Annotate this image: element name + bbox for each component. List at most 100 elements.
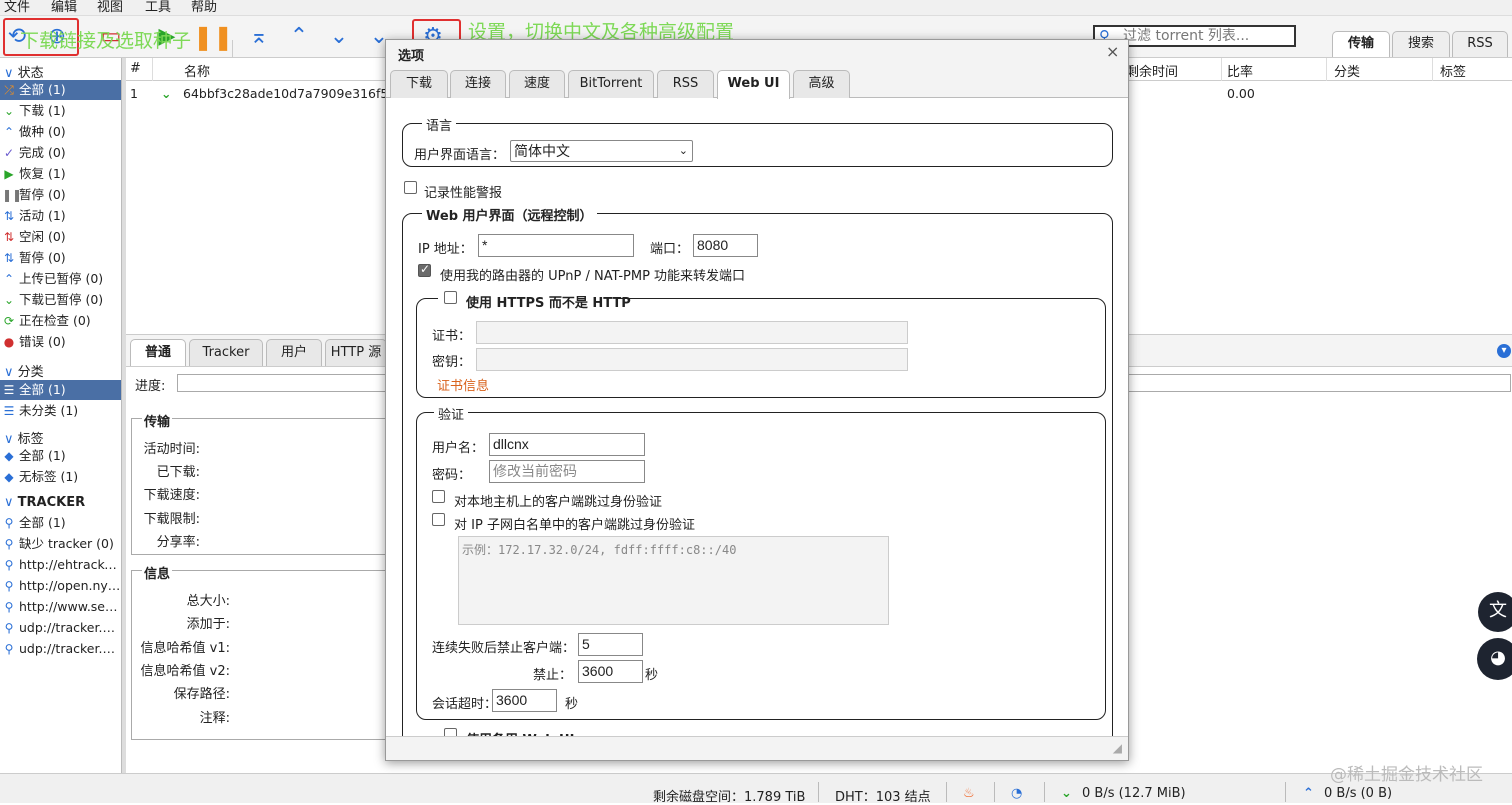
tab-rss[interactable]: RSS — [1452, 31, 1508, 57]
col-eta[interactable]: 剩余时间 — [1126, 61, 1178, 80]
progress-label: 进度: — [135, 379, 166, 394]
tab-transfers[interactable]: 传输 — [1332, 31, 1390, 57]
upnp-checkbox[interactable] — [418, 262, 431, 277]
speed-limit-icon[interactable]: ◔ — [1011, 786, 1022, 801]
bypass-local-checkbox[interactable] — [432, 490, 445, 503]
status-stalled[interactable]: ⇅ 暂停 (0) — [0, 248, 121, 268]
pause-icon[interactable]: ❚❚ — [193, 24, 233, 50]
tab-downloads[interactable]: 下载 — [390, 70, 448, 98]
status-download-paused[interactable]: ⌄ 下载已暂停 (0) — [0, 290, 121, 310]
tag-untagged[interactable]: ◆ 无标签 (1) — [0, 467, 121, 487]
ban-for-input[interactable]: 3600 — [578, 660, 643, 683]
tag-header[interactable]: ∨ 标签 — [4, 428, 44, 447]
menu-edit[interactable]: 编辑 — [51, 0, 77, 16]
tab-connection[interactable]: 连接 — [450, 70, 506, 98]
label-downloaded: 已下载: — [156, 465, 200, 480]
tab-webui[interactable]: Web UI — [717, 70, 790, 99]
password-label: 密码： — [432, 468, 472, 483]
status-header[interactable]: ∨ 状态 — [4, 62, 44, 81]
status-all[interactable]: ⤮ 全部 (1) — [0, 80, 121, 100]
col-ratio[interactable]: 比率 — [1227, 61, 1253, 80]
move-up-icon[interactable]: ⌃ — [286, 24, 312, 50]
bypass-whitelist-checkbox[interactable] — [432, 513, 445, 526]
ban-after-label: 连续失败后禁止客户端： — [432, 641, 576, 656]
tab-http-sources[interactable]: HTTP 源 — [325, 339, 387, 366]
connection-status-icon[interactable]: ♨ — [963, 786, 975, 801]
upload-speed-icon: ⌃ — [1303, 786, 1314, 801]
tab-advanced[interactable]: 高级 — [793, 70, 850, 98]
bypass-local-label: 对本地主机上的客户端跳过身份验证 — [454, 495, 663, 510]
https-checkbox[interactable] — [444, 291, 457, 304]
tab-speed[interactable]: 速度 — [509, 70, 565, 98]
col-category[interactable]: 分类 — [1334, 61, 1360, 80]
collapse-icon[interactable]: ▾ — [1497, 344, 1511, 358]
menu-tools[interactable]: 工具 — [145, 0, 171, 16]
port-input[interactable]: 8080 — [693, 234, 758, 257]
tab-bittorrent[interactable]: BitTorrent — [568, 70, 654, 98]
tab-trackers[interactable]: Tracker — [189, 339, 263, 366]
close-icon[interactable]: × — [1106, 42, 1119, 61]
log-perf-checkbox[interactable] — [404, 181, 417, 194]
status-resumed[interactable]: ▶ 恢复 (1) — [0, 164, 121, 184]
tab-search[interactable]: 搜索 — [1392, 31, 1450, 57]
tag-all[interactable]: ◆ 全部 (1) — [0, 446, 121, 466]
tracker-item[interactable]: ⚲ udp://tracker.op... — [0, 618, 121, 638]
ban-seconds-unit: 秒 — [645, 668, 659, 683]
ui-language-select[interactable]: 简体中文 ⌄ — [510, 140, 693, 162]
tab-peers[interactable]: 用户 — [266, 339, 322, 366]
sidebar: ∨ 状态 ⤮ 全部 (1) ⌄ 下载 (1) ⌃ 做种 (0) ✓ 完成 (0) ▶ 恢复… — [0, 58, 122, 773]
menu-view[interactable]: 视图 — [97, 0, 123, 16]
password-input[interactable]: 修改当前密码 — [489, 460, 645, 483]
col-name[interactable]: 名称 — [184, 61, 210, 80]
resize-grip-icon[interactable]: ◢ — [1113, 741, 1122, 755]
status-downloading[interactable]: ⌄ 下载 (1) — [0, 101, 121, 121]
sidebar-splitter[interactable] — [122, 58, 126, 773]
upload-speed: 0 B/s (0 B) — [1324, 786, 1393, 801]
status-errored[interactable]: ● 错误 (0) — [0, 332, 121, 352]
move-top-icon[interactable]: ⌅ — [246, 24, 272, 50]
category-all[interactable]: ☰ 全部 (1) — [0, 380, 121, 400]
status-seeding[interactable]: ⌃ 做种 (0) — [0, 122, 121, 142]
port-label: 端口： — [650, 242, 690, 257]
assistant-icon[interactable]: ◕ — [1477, 638, 1512, 680]
ip-address-input[interactable]: * — [478, 234, 634, 257]
col-number[interactable]: # — [130, 61, 141, 76]
col-tags[interactable]: 标签 — [1440, 61, 1466, 80]
cert-path-input[interactable] — [476, 321, 908, 344]
status-upload-paused[interactable]: ⌃ 上传已暂停 (0) — [0, 269, 121, 289]
label-save-path: 保存路径: — [173, 687, 230, 702]
dialog-title: 选项 — [398, 49, 425, 64]
tracker-item[interactable]: ⚲ http://ehtracker.... — [0, 555, 121, 575]
status-checking[interactable]: ⟳ 正在检查 (0) — [0, 311, 121, 331]
tracker-missing[interactable]: ⚲ 缺少 tracker (0) — [0, 534, 121, 554]
tracker-item[interactable]: ⚲ udp://tracker.pu... — [0, 639, 121, 659]
tracker-header[interactable]: ∨ TRACKER — [4, 495, 85, 510]
tracker-all[interactable]: ⚲ 全部 (1) — [0, 513, 121, 533]
translate-icon[interactable]: 文 — [1478, 592, 1512, 632]
status-completed[interactable]: ✓ 完成 (0) — [0, 143, 121, 163]
menu-help[interactable]: 帮助 — [191, 0, 217, 16]
transfer-legend: 传输 — [142, 411, 173, 430]
chevron-down-icon: ⌄ — [678, 145, 688, 157]
whitelist-textarea[interactable]: 示例：172.17.32.0/24, fdff:ffff:c8::/40 — [458, 536, 889, 625]
status-active[interactable]: ⇅ 活动 (1) — [0, 206, 121, 226]
status-inactive[interactable]: ⇅ 空闲 (0) — [0, 227, 121, 247]
category-uncategorized[interactable]: ☰ 未分类 (1) — [0, 401, 121, 421]
log-perf-label: 记录性能警报 — [424, 186, 503, 201]
tab-rss[interactable]: RSS — [657, 70, 714, 98]
dialog-titlebar[interactable]: 选项 × — [386, 40, 1128, 66]
status-paused[interactable]: ❚❚ 暂停 (0) — [0, 185, 121, 205]
menu-bar: 文件 编辑 视图 工具 帮助 — [0, 0, 1512, 16]
cert-info-link[interactable]: 证书信息 — [437, 375, 489, 394]
username-input[interactable]: dllcnx — [489, 433, 645, 456]
label-hash-v1: 信息哈希值 v1: — [140, 641, 230, 656]
ban-after-input[interactable]: 5 — [578, 633, 643, 656]
tracker-item[interactable]: ⚲ http://www.seoi... — [0, 597, 121, 617]
tab-general[interactable]: 普通 — [130, 339, 186, 366]
tracker-item[interactable]: ⚲ http://open.nya... — [0, 576, 121, 596]
key-path-input[interactable] — [476, 348, 908, 371]
session-timeout-input[interactable]: 3600 — [492, 689, 557, 712]
menu-file[interactable]: 文件 — [4, 0, 30, 16]
move-down-icon[interactable]: ⌄ — [326, 24, 352, 50]
category-header[interactable]: ∨ 分类 — [4, 361, 44, 380]
